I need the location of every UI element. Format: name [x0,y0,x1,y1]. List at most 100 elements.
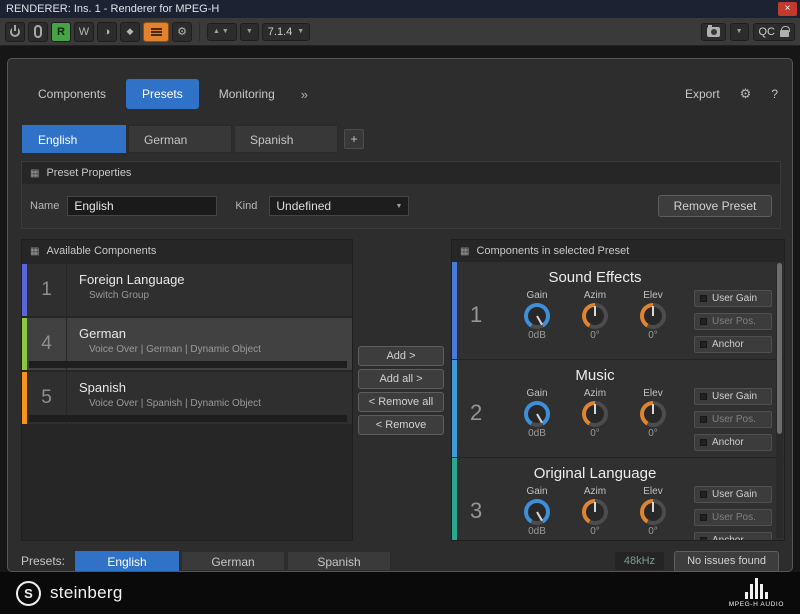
preset-components-panel: ▦ Components in selected Preset 1 Sound … [451,239,785,541]
remote-editor-button[interactable] [143,22,169,42]
user-pos-button[interactable]: User Pos. [694,313,772,330]
component-subtitle: Switch Group [79,290,342,301]
footer: S steinberg MPEG-H AUDIO [0,572,800,614]
azimuth-knob[interactable] [582,303,608,329]
settings-gear-icon[interactable]: ⚙ [740,86,752,102]
component-color-bar [452,458,457,541]
tab-monitoring[interactable]: Monitoring [203,79,291,109]
preset-tab-spanish[interactable]: Spanish [234,125,338,153]
component-title: Foreign Language [79,272,342,287]
gain-knob[interactable] [524,499,550,525]
qc-label: QC [759,26,776,38]
remove-button[interactable]: < Remove [358,415,444,435]
preset-browser-button[interactable]: ▼ [240,23,259,41]
preset-tab-german[interactable]: German [128,125,232,153]
preset-components-title: Components in selected Preset [476,245,629,257]
grid-icon: ▦ [30,246,39,257]
anchor-button[interactable]: Anchor [694,336,772,353]
tab-components[interactable]: Components [22,79,122,109]
knob-group: Gain 0dB Azim 0° Elev 0° [500,388,690,439]
quick-controls-toggle[interactable]: QC [753,23,796,41]
azimuth-control: Azim 0° [573,486,617,537]
mpegh-bars-icon [745,578,768,599]
bottom-preset-english[interactable]: English [75,551,179,571]
user-gain-button[interactable]: User Gain [694,290,772,307]
user-gain-button[interactable]: User Gain [694,486,772,503]
preset-tab-english[interactable]: English [22,125,126,153]
window-title: RENDERER: Ins. 1 - Renderer for MPEG-H [6,3,219,15]
elevation-knob[interactable] [640,303,666,329]
preset-component-music[interactable]: 2 Music Gain 0dB Azim 0° Elev 0° [452,360,784,458]
preset-component-original-language[interactable]: 3 Original Language Gain 0dB Azim 0° Ele… [452,458,784,541]
kind-select[interactable]: Undefined ▼ [269,196,409,216]
activate-plugin-button[interactable] [5,22,25,42]
list-item-spanish[interactable]: 5 Spanish Voice Over | Spanish | Dynamic… [22,372,352,424]
header-actions: Export ⚙ ? [685,86,778,102]
user-pos-label: User Pos. [712,316,756,327]
elevation-knob[interactable] [640,401,666,427]
gain-knob[interactable] [524,303,550,329]
gain-control: Gain 0dB [515,388,559,439]
user-pos-button[interactable]: User Pos. [694,509,772,526]
gain-knob[interactable] [524,401,550,427]
anchor-label: Anchor [712,437,744,448]
user-pos-button[interactable]: User Pos. [694,411,772,428]
snapshot-menu-button[interactable]: ▼ [730,23,749,41]
scrollbar-thumb[interactable] [777,263,782,434]
preset-name-input[interactable] [67,196,217,216]
knob-pointer [594,306,596,316]
knob-pointer [594,502,596,512]
knob-pointer [594,404,596,414]
plugin-settings-button[interactable]: ⚙ [172,22,192,42]
led-indicator [700,537,707,541]
user-gain-button[interactable]: User Gain [694,388,772,405]
kind-value: Undefined [276,199,331,213]
bypass-button[interactable] [28,22,48,42]
write-automation-button[interactable]: W [74,22,94,42]
scrollbar[interactable] [776,263,783,538]
bottom-preset-spanish[interactable]: Spanish [287,551,391,571]
elevation-knob[interactable] [640,499,666,525]
list-item-foreign-language[interactable]: 1 Foreign Language Switch Group [22,264,352,316]
preset-properties-title: Preset Properties [46,167,131,179]
tab-presets[interactable]: Presets [126,79,199,109]
titlebar: RENDERER: Ins. 1 - Renderer for MPEG-H × [0,0,800,18]
gain-value: 0dB [515,330,559,341]
add-all-button[interactable]: Add all > [358,369,444,389]
compare-button[interactable]: ◆ [120,22,140,42]
snapshot-button[interactable] [701,23,726,41]
channel-config-select[interactable]: 7.1.4 ▼ [262,23,310,41]
remove-preset-button[interactable]: Remove Preset [658,195,772,217]
list-item-german[interactable]: 4 German Voice Over | German | Dynamic O… [22,318,352,370]
steinberg-circle-icon: S [16,581,41,606]
ab-compare-button[interactable]: ◑ [97,22,117,42]
export-button[interactable]: Export [685,87,720,101]
anchor-button[interactable]: Anchor [694,532,772,541]
azimuth-knob[interactable] [582,499,608,525]
elev-label: Elev [631,486,675,497]
knob-pointer [652,306,654,316]
bottom-preset-german[interactable]: German [181,551,285,571]
preset-prev-next-button[interactable]: ▲▼ [207,23,237,41]
anchor-button[interactable]: Anchor [694,434,772,451]
gain-label: Gain [515,486,559,497]
add-button[interactable]: Add > [358,346,444,366]
azim-value: 0° [573,526,617,537]
azimuth-knob[interactable] [582,401,608,427]
anchor-label: Anchor [712,339,744,350]
help-button[interactable]: ? [771,87,778,101]
azim-label: Azim [573,486,617,497]
remove-all-button[interactable]: < Remove all [358,392,444,412]
ab-compare-icon: ◑ [104,26,111,38]
level-meter [29,361,347,368]
steinberg-logo: S steinberg [16,581,123,606]
led-indicator [700,318,707,325]
add-preset-button[interactable]: + [344,129,364,149]
led-indicator [700,295,707,302]
preset-component-sound-effects[interactable]: 1 Sound Effects Gain 0dB Azim 0° Elev 0° [452,262,784,360]
read-automation-button[interactable]: R [51,22,71,42]
issues-status-button[interactable]: No issues found [674,551,779,572]
component-number: 1 [470,302,482,328]
close-button[interactable]: × [778,2,797,16]
tab-overflow-icon[interactable]: » [295,87,314,102]
